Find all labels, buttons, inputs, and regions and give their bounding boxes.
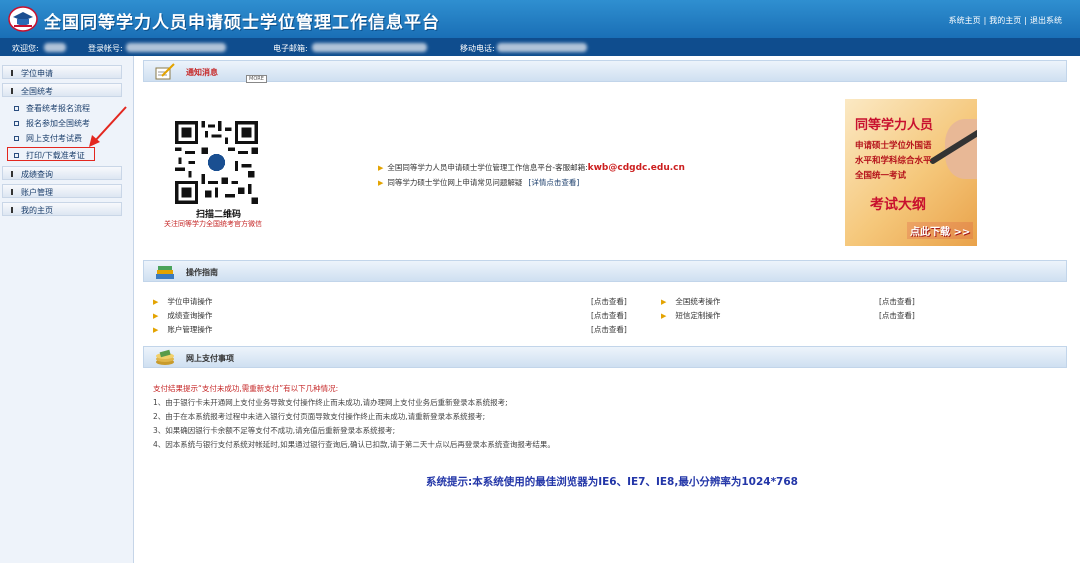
payment-intro: 支付结果提示“支付未成功,需重新支付”有以下几种情况: — [153, 384, 339, 393]
guide-link-sms[interactable]: [点击查看] — [879, 310, 915, 321]
banner-title: 同等学力人员 — [855, 118, 934, 133]
notepad-pen-icon — [155, 63, 175, 80]
top-links: 系统主页 | 我的主页 | 退出系统 — [948, 16, 1062, 25]
guide-link-score[interactable]: [点击查看] — [591, 310, 627, 321]
redacted-email — [312, 43, 427, 52]
qr-code-icon — [175, 121, 258, 204]
payment-section-header: 网上支付事项 — [143, 346, 1067, 368]
banner-subtitle: 申请硕士学位外国语 水平和学科综合水平 全国统一考试 — [855, 141, 932, 181]
payment-item-2: 2、由于在本系统报考过程中未进入银行支付页面导致支付操作终止而未成功,请重新登录… — [153, 412, 486, 421]
sidebar-section-national-exam[interactable]: 全国统考 — [2, 83, 122, 97]
banner-syllabus: 考试大纲 — [870, 197, 926, 213]
redacted-account — [126, 43, 226, 52]
phone-label: 移动电话: — [460, 44, 495, 53]
guide-heading: 操作指南 — [186, 268, 218, 277]
system-hint: 系统提示:本系统使用的最佳浏览器为IE6、IE7、IE8,最小分辨率为1024*… — [426, 476, 798, 488]
user-info-bar: 欢迎您: 登录帐号: 电子邮箱: 移动电话: — [0, 38, 1080, 56]
triangle-bullet-icon: ▶ — [661, 298, 667, 306]
qr-subcaption: 关注同等学力全国统考官方微信 — [164, 220, 262, 228]
guide-link-account[interactable]: [点击查看] — [591, 324, 627, 335]
guide-link-exam[interactable]: [点击查看] — [879, 296, 915, 307]
payment-item-1: 1、由于银行卡未开通网上支付业务导致支付操作终止而未成功,请办理网上支付业务后重… — [153, 398, 508, 407]
payment-item-3: 3、如果确因银行卡余额不足等支付不成功,请充值后重新登录本系统报考; — [153, 426, 396, 435]
guide-item-exam[interactable]: ▶ 全国统考操作 — [661, 296, 720, 307]
exam-syllabus-banner[interactable]: 同等学力人员 申请硕士学位外国语 水平和学科综合水平 全国统一考试 考试大纲 点… — [845, 99, 977, 246]
banner-download-button[interactable]: 点此下载 >> — [907, 222, 974, 239]
sidebar-section-score-query[interactable]: 成绩查询 — [2, 166, 122, 180]
link-my-home[interactable]: 我的主页 — [989, 16, 1021, 25]
bullet-square-icon — [14, 106, 19, 111]
faq-detail-link[interactable]: [详情点击查看] — [528, 178, 579, 187]
link-logout[interactable]: 退出系统 — [1030, 16, 1062, 25]
money-stack-icon — [156, 349, 174, 365]
guide-item-account[interactable]: ▶ 账户管理操作 — [153, 324, 212, 335]
notice-line-email: ▶ 全国同等学力人员申请硕士学位管理工作信息平台-客服邮箱:kwb@cdgdc.e… — [378, 163, 685, 173]
highlight-box — [7, 147, 95, 161]
sidebar-item-view-process[interactable]: 查看统考报名流程 — [14, 103, 90, 114]
sidebar-item-pay-fee[interactable]: 网上支付考试费 — [14, 133, 82, 144]
triangle-bullet-icon: ▶ — [153, 298, 159, 306]
welcome-label: 欢迎您: — [12, 44, 39, 53]
service-email-link[interactable]: kwb@cdgdc.edu.cn — [588, 163, 685, 173]
triangle-bullet-icon: ▶ — [153, 326, 159, 334]
sidebar-section-my-home[interactable]: 我的主页 — [2, 202, 122, 216]
payment-item-4: 4、因本系统与银行支付系统对帐延时,如果通过银行查询后,确认已扣款,请于第二天十… — [153, 440, 555, 449]
triangle-bullet-icon: ▶ — [378, 164, 384, 172]
bullet-square-icon — [14, 121, 19, 126]
redacted-name — [44, 43, 66, 52]
university-logo-icon — [8, 6, 38, 32]
triangle-bullet-icon: ▶ — [153, 312, 159, 320]
sidebar-section-account[interactable]: 账户管理 — [2, 184, 122, 198]
guide-link-degree[interactable]: [点击查看] — [591, 296, 627, 307]
triangle-bullet-icon: ▶ — [378, 179, 384, 187]
top-header: 全国同等学力人员申请硕士学位管理工作信息平台 系统主页 | 我的主页 | 退出系统 — [0, 0, 1080, 38]
books-icon — [156, 266, 174, 279]
notice-line-faq: ▶ 同等学力硕士学位网上申请常见问题解疑 [详情点击查看] — [378, 178, 580, 187]
notice-section-header: 通知消息 MORE — [143, 60, 1067, 83]
red-arrow-annotation-icon — [89, 106, 127, 147]
guide-section-header: 操作指南 — [143, 260, 1067, 282]
guide-item-sms[interactable]: ▶ 短信定制操作 — [661, 310, 720, 321]
link-system-home[interactable]: 系统主页 — [949, 16, 981, 25]
payment-heading: 网上支付事项 — [186, 354, 234, 363]
notice-heading: 通知消息 — [186, 68, 218, 77]
account-label: 登录帐号: — [88, 44, 123, 53]
guide-item-degree[interactable]: ▶ 学位申请操作 — [153, 296, 212, 307]
more-button[interactable]: MORE — [246, 75, 267, 83]
triangle-bullet-icon: ▶ — [661, 312, 667, 320]
guide-item-score[interactable]: ▶ 成绩查询操作 — [153, 310, 212, 321]
bullet-square-icon — [14, 136, 19, 141]
sidebar-item-register-exam[interactable]: 报名参加全国统考 — [14, 118, 90, 129]
site-title: 全国同等学力人员申请硕士学位管理工作信息平台 — [44, 13, 440, 33]
sidebar-section-degree-apply[interactable]: 学位申请 — [2, 65, 122, 79]
email-label: 电子邮箱: — [273, 44, 308, 53]
redacted-phone — [497, 43, 587, 52]
